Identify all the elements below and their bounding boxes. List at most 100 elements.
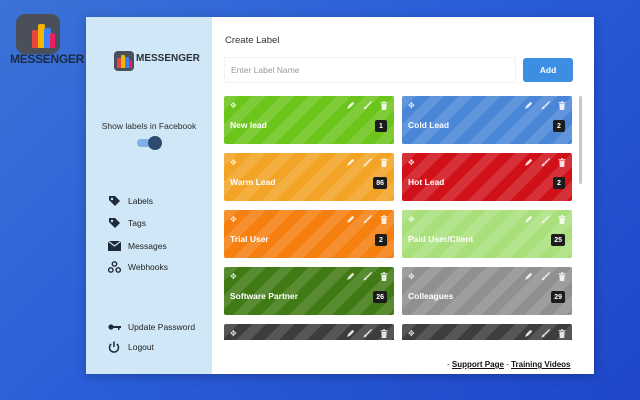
edit-icon[interactable] — [523, 214, 533, 224]
nav-tags-label: Tags — [128, 218, 146, 228]
label-card[interactable]: ✥ New lead 1 — [224, 96, 394, 144]
nav-messages[interactable]: Messages — [106, 239, 167, 253]
color-brush-icon[interactable] — [540, 328, 550, 338]
label-card-name: Cold Lead — [408, 120, 450, 130]
trash-icon[interactable] — [557, 214, 567, 224]
sidebar: MESSENGER Show labels in Facebook Labels… — [86, 17, 212, 374]
drag-handle-icon[interactable]: ✥ — [408, 215, 415, 224]
label-card[interactable]: ✥ Cold Lead 2 — [402, 96, 572, 144]
label-card[interactable]: ✥ Hot Lead 2 — [402, 153, 572, 201]
nav-logout[interactable]: Logout — [106, 340, 154, 354]
edit-icon[interactable] — [345, 157, 355, 167]
label-actions — [523, 157, 567, 167]
label-actions — [345, 214, 389, 224]
label-count-badge: 2 — [553, 120, 565, 132]
nav-webhooks[interactable]: Webhooks — [106, 260, 168, 274]
nav-labels[interactable]: Labels — [106, 194, 153, 208]
color-brush-icon[interactable] — [540, 271, 550, 281]
label-name-input[interactable] — [225, 58, 515, 82]
support-page-link[interactable]: Support Page — [452, 360, 504, 369]
label-card[interactable]: ✥ Trial User 2 — [224, 210, 394, 258]
color-brush-icon[interactable] — [362, 157, 372, 167]
nav-webhooks-label: Webhooks — [128, 262, 169, 272]
color-brush-icon[interactable] — [362, 100, 372, 110]
edit-icon[interactable] — [345, 100, 355, 110]
edit-icon[interactable] — [345, 328, 355, 338]
show-labels-text: Show labels in Facebook — [101, 121, 197, 131]
footer-separator: - — [506, 360, 509, 369]
label-card-name: Warm Lead — [230, 177, 276, 187]
edit-icon[interactable] — [523, 271, 533, 281]
page-title: Create Label — [225, 35, 280, 46]
color-brush-icon[interactable] — [362, 214, 372, 224]
drag-handle-icon[interactable]: ✥ — [230, 329, 237, 338]
color-brush-icon[interactable] — [540, 157, 550, 167]
trash-icon[interactable] — [379, 157, 389, 167]
drag-handle-icon[interactable]: ✥ — [408, 101, 415, 110]
training-videos-link[interactable]: Training Videos — [511, 360, 570, 369]
logo-tile — [16, 14, 60, 54]
corner-logo: MESSENGER — [10, 14, 84, 70]
label-card-name: Hot Lead — [408, 177, 445, 187]
drag-handle-icon[interactable]: ✥ — [408, 272, 415, 281]
nav-update-password[interactable]: Update Password — [106, 320, 195, 334]
color-brush-icon[interactable] — [362, 271, 372, 281]
label-card[interactable]: ✥ Colleagues 29 — [402, 267, 572, 315]
edit-icon[interactable] — [345, 214, 355, 224]
envelope-icon — [106, 239, 122, 253]
label-card-name: New lead — [230, 120, 267, 130]
label-card[interactable]: ✥ Paid User/Client 25 — [402, 210, 572, 258]
color-brush-icon[interactable] — [540, 214, 550, 224]
edit-icon[interactable] — [523, 328, 533, 338]
nav-logout-label: Logout — [128, 342, 154, 352]
drag-handle-icon[interactable]: ✥ — [230, 272, 237, 281]
power-icon — [106, 340, 122, 354]
label-card[interactable]: ✥ Software Partner 26 — [224, 267, 394, 315]
trash-icon[interactable] — [557, 328, 567, 338]
drag-handle-icon[interactable]: ✥ — [408, 158, 415, 167]
label-card[interactable]: ✥ — [224, 324, 394, 340]
color-brush-icon[interactable] — [540, 100, 550, 110]
edit-icon[interactable] — [523, 157, 533, 167]
trash-icon[interactable] — [379, 214, 389, 224]
color-brush-icon[interactable] — [362, 328, 372, 338]
label-card[interactable]: ✥ Warm Lead 86 — [224, 153, 394, 201]
trash-icon[interactable] — [379, 328, 389, 338]
app-window: MESSENGER Show labels in Facebook Labels… — [86, 17, 594, 374]
drag-handle-icon[interactable]: ✥ — [230, 158, 237, 167]
tag-icon — [106, 216, 122, 230]
label-count-badge: 2 — [375, 234, 387, 246]
sidebar-brand-name: MESSENGER — [136, 53, 200, 64]
edit-icon[interactable] — [523, 100, 533, 110]
label-count-badge: 26 — [373, 291, 387, 303]
label-count-badge: 1 — [375, 120, 387, 132]
label-actions — [345, 157, 389, 167]
trash-icon[interactable] — [557, 271, 567, 281]
footer-links: - Support Page - Training Videos — [447, 360, 570, 369]
trash-icon[interactable] — [379, 271, 389, 281]
label-actions — [523, 214, 567, 224]
show-labels-toggle[interactable] — [136, 136, 162, 150]
drag-handle-icon[interactable]: ✥ — [408, 329, 415, 338]
corner-brand-name: MESSENGER — [10, 52, 84, 66]
nav-messages-label: Messages — [128, 241, 167, 251]
nav-update-password-label: Update Password — [128, 322, 196, 332]
trash-icon[interactable] — [557, 157, 567, 167]
trash-icon[interactable] — [379, 100, 389, 110]
label-actions — [523, 328, 567, 338]
edit-icon[interactable] — [345, 271, 355, 281]
label-card[interactable]: ✥ — [402, 324, 572, 340]
add-label-button[interactable]: Add — [523, 58, 573, 82]
main-panel: Create Label Add ✥ New lead 1 ✥ Cold Lead 2 ✥ W… — [212, 17, 594, 374]
drag-handle-icon[interactable]: ✥ — [230, 101, 237, 110]
labels-scrollbar[interactable] — [579, 96, 582, 184]
nav-tags[interactable]: Tags — [106, 216, 146, 230]
label-actions — [523, 271, 567, 281]
label-card-name: Colleagues — [408, 291, 454, 301]
label-count-badge: 25 — [551, 234, 565, 246]
label-actions — [345, 100, 389, 110]
sidebar-logo: MESSENGER — [114, 51, 200, 71]
key-icon — [106, 320, 122, 334]
drag-handle-icon[interactable]: ✥ — [230, 215, 237, 224]
trash-icon[interactable] — [557, 100, 567, 110]
